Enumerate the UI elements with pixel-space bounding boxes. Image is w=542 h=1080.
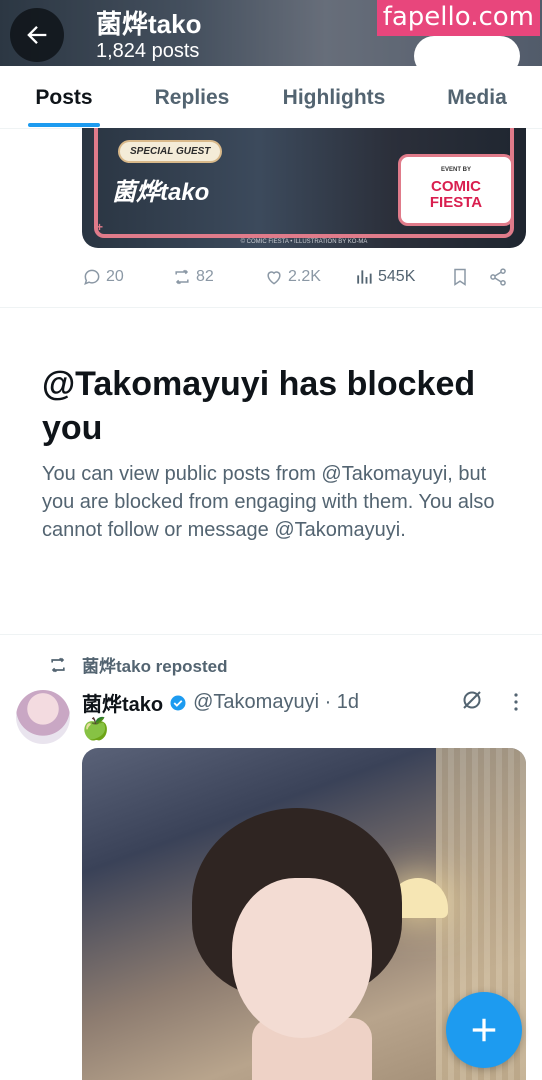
views-chart-icon bbox=[357, 270, 372, 284]
repost-icon bbox=[51, 657, 65, 672]
bookmark-button[interactable] bbox=[450, 267, 488, 287]
active-tab-indicator bbox=[28, 123, 100, 127]
grok-icon[interactable] bbox=[460, 688, 484, 712]
verified-badge-icon bbox=[170, 695, 186, 710]
event-title-line1: COMIC bbox=[431, 178, 481, 195]
banner-credit: © COMIC FIESTA • ILLUSTRATION BY KO-MA bbox=[240, 239, 368, 245]
tab-media[interactable]: Media bbox=[412, 66, 542, 129]
header-action-button[interactable] bbox=[414, 36, 520, 66]
divider bbox=[0, 307, 542, 308]
blocked-title: @Takomayuyi has blocked you bbox=[42, 365, 476, 447]
heart-icon bbox=[267, 271, 281, 285]
post-media-banner[interactable]: SPECIAL GUEST 菌烨tako + EVENT BY COMIC FI… bbox=[82, 128, 526, 248]
blocked-description: You can view public posts from @Takomayu… bbox=[42, 463, 495, 541]
tab-highlights[interactable]: Highlights bbox=[256, 66, 412, 129]
event-by-label: EVENT BY bbox=[440, 167, 471, 173]
plus-icon bbox=[472, 1018, 496, 1042]
like-button[interactable]: 2.2K bbox=[264, 267, 354, 287]
reply-count: 20 bbox=[106, 268, 124, 285]
repost-label: 菌烨tako reposted bbox=[82, 657, 228, 676]
event-title-line2: FIESTA bbox=[429, 194, 483, 211]
share-button[interactable] bbox=[488, 267, 518, 287]
engagement-bar: 20 82 2.2K 545K bbox=[82, 262, 526, 292]
tab-label: Posts bbox=[35, 85, 93, 109]
post-count: 1,824 posts bbox=[96, 40, 200, 62]
post-author-name[interactable]: 菌烨tako bbox=[82, 688, 163, 717]
reply-icon bbox=[84, 269, 100, 285]
post-text: 🍏 bbox=[82, 716, 110, 741]
repost-indicator[interactable]: 菌烨tako reposted bbox=[48, 652, 227, 677]
share-icon bbox=[490, 268, 506, 286]
event-title: COMIC FIESTA bbox=[401, 179, 511, 211]
post-header: 菌烨tako @Takomayuyi · 1d bbox=[82, 688, 359, 717]
compose-button[interactable] bbox=[446, 992, 522, 1068]
plus-decoration-icon: + bbox=[96, 220, 104, 234]
more-options-icon[interactable] bbox=[512, 692, 520, 712]
post-handle-time[interactable]: @Takomayuyi · 1d bbox=[193, 691, 359, 714]
tab-label: Replies bbox=[154, 85, 230, 109]
banner-guest-name: 菌烨tako bbox=[112, 179, 210, 206]
event-logo-box: EVENT BY COMIC FIESTA bbox=[398, 154, 514, 226]
tab-label: Highlights bbox=[282, 85, 386, 109]
tab-label: Media bbox=[447, 85, 507, 109]
repost-count: 82 bbox=[196, 268, 214, 285]
photo-subject-face bbox=[232, 878, 372, 1038]
special-guest-label: SPECIAL GUEST bbox=[118, 140, 223, 163]
repost-button[interactable]: 82 bbox=[172, 267, 264, 287]
profile-name: 菌烨tako bbox=[96, 9, 202, 39]
like-count: 2.2K bbox=[288, 268, 321, 285]
profile-tabs: Posts Replies Highlights Media bbox=[0, 66, 542, 129]
tab-replies[interactable]: Replies bbox=[128, 66, 256, 129]
reply-button[interactable]: 20 bbox=[82, 267, 172, 287]
bookmark-icon bbox=[454, 268, 466, 286]
back-button[interactable] bbox=[10, 8, 64, 62]
views-button[interactable]: 545K bbox=[354, 267, 450, 287]
divider bbox=[0, 634, 542, 635]
repost-icon bbox=[175, 269, 189, 285]
watermark: fapello.com bbox=[376, 0, 540, 36]
view-count: 545K bbox=[378, 268, 416, 285]
tab-posts[interactable]: Posts bbox=[0, 66, 128, 129]
back-arrow-icon bbox=[27, 26, 47, 44]
avatar[interactable] bbox=[16, 690, 70, 744]
